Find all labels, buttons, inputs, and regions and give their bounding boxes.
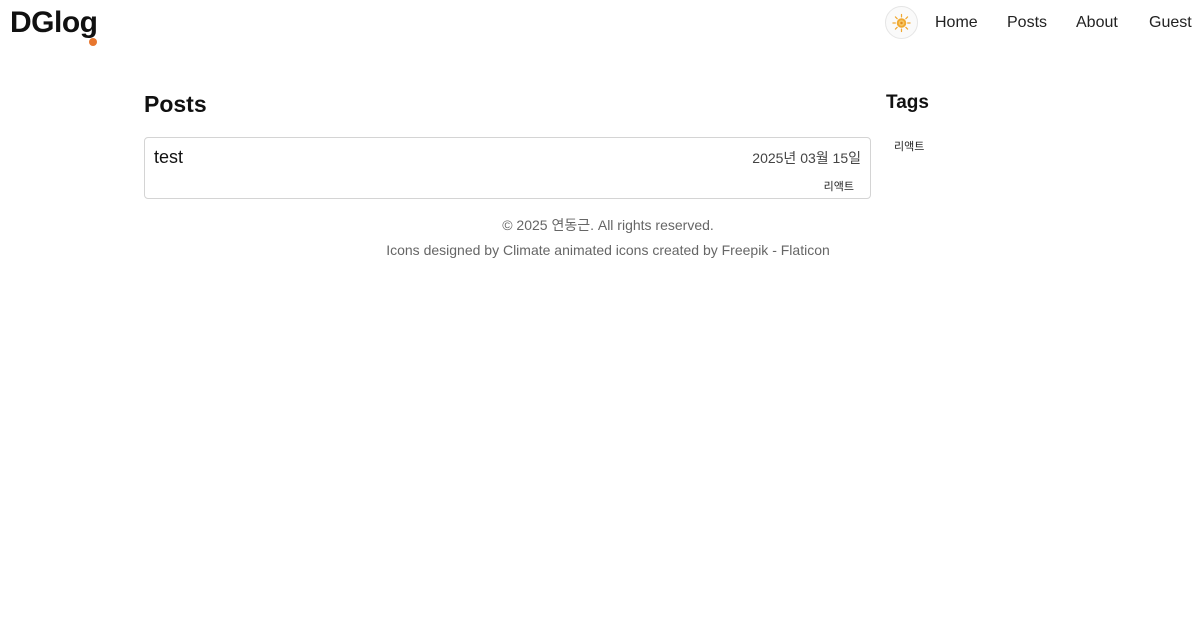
nav-posts[interactable]: Posts (1007, 14, 1047, 32)
post-date: 2025년 03월 15일 (752, 150, 861, 166)
post-tag[interactable]: 리액트 (824, 178, 854, 194)
post-title[interactable]: test (154, 147, 183, 168)
sidebar-tag[interactable]: 리액트 (894, 138, 924, 154)
footer-copyright: © 2025 연동근. All rights reserved. (502, 217, 714, 233)
logo-dot (89, 38, 97, 46)
site-logo[interactable]: DGlog (10, 6, 98, 40)
nav-guest[interactable]: Guest (1149, 14, 1192, 32)
site-header: DGlog Home Posts About Guest (0, 0, 1200, 50)
tags-title: Tags (886, 92, 929, 113)
footer-credit: Icons designed by Climate animated icons… (386, 242, 830, 258)
sun-icon (892, 13, 911, 32)
post-card[interactable]: test 2025년 03월 15일 리액트 (144, 137, 871, 199)
nav-home[interactable]: Home (935, 14, 978, 32)
nav-about[interactable]: About (1076, 14, 1118, 32)
theme-toggle-button[interactable] (885, 6, 918, 39)
page-title: Posts (144, 91, 207, 117)
